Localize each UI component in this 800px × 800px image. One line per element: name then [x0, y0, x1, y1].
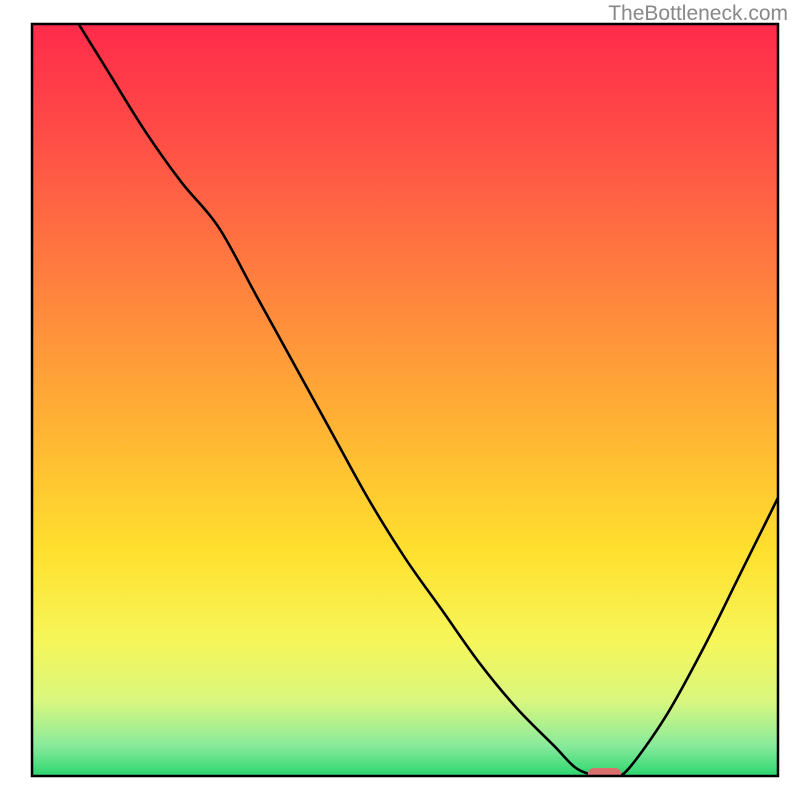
chart-container: { "watermark": "TheBottleneck.com", "cha…	[0, 0, 800, 800]
gradient-background	[32, 24, 778, 776]
bottleneck-chart	[0, 0, 800, 800]
optimal-marker	[588, 768, 622, 780]
watermark-text: TheBottleneck.com	[608, 2, 788, 26]
